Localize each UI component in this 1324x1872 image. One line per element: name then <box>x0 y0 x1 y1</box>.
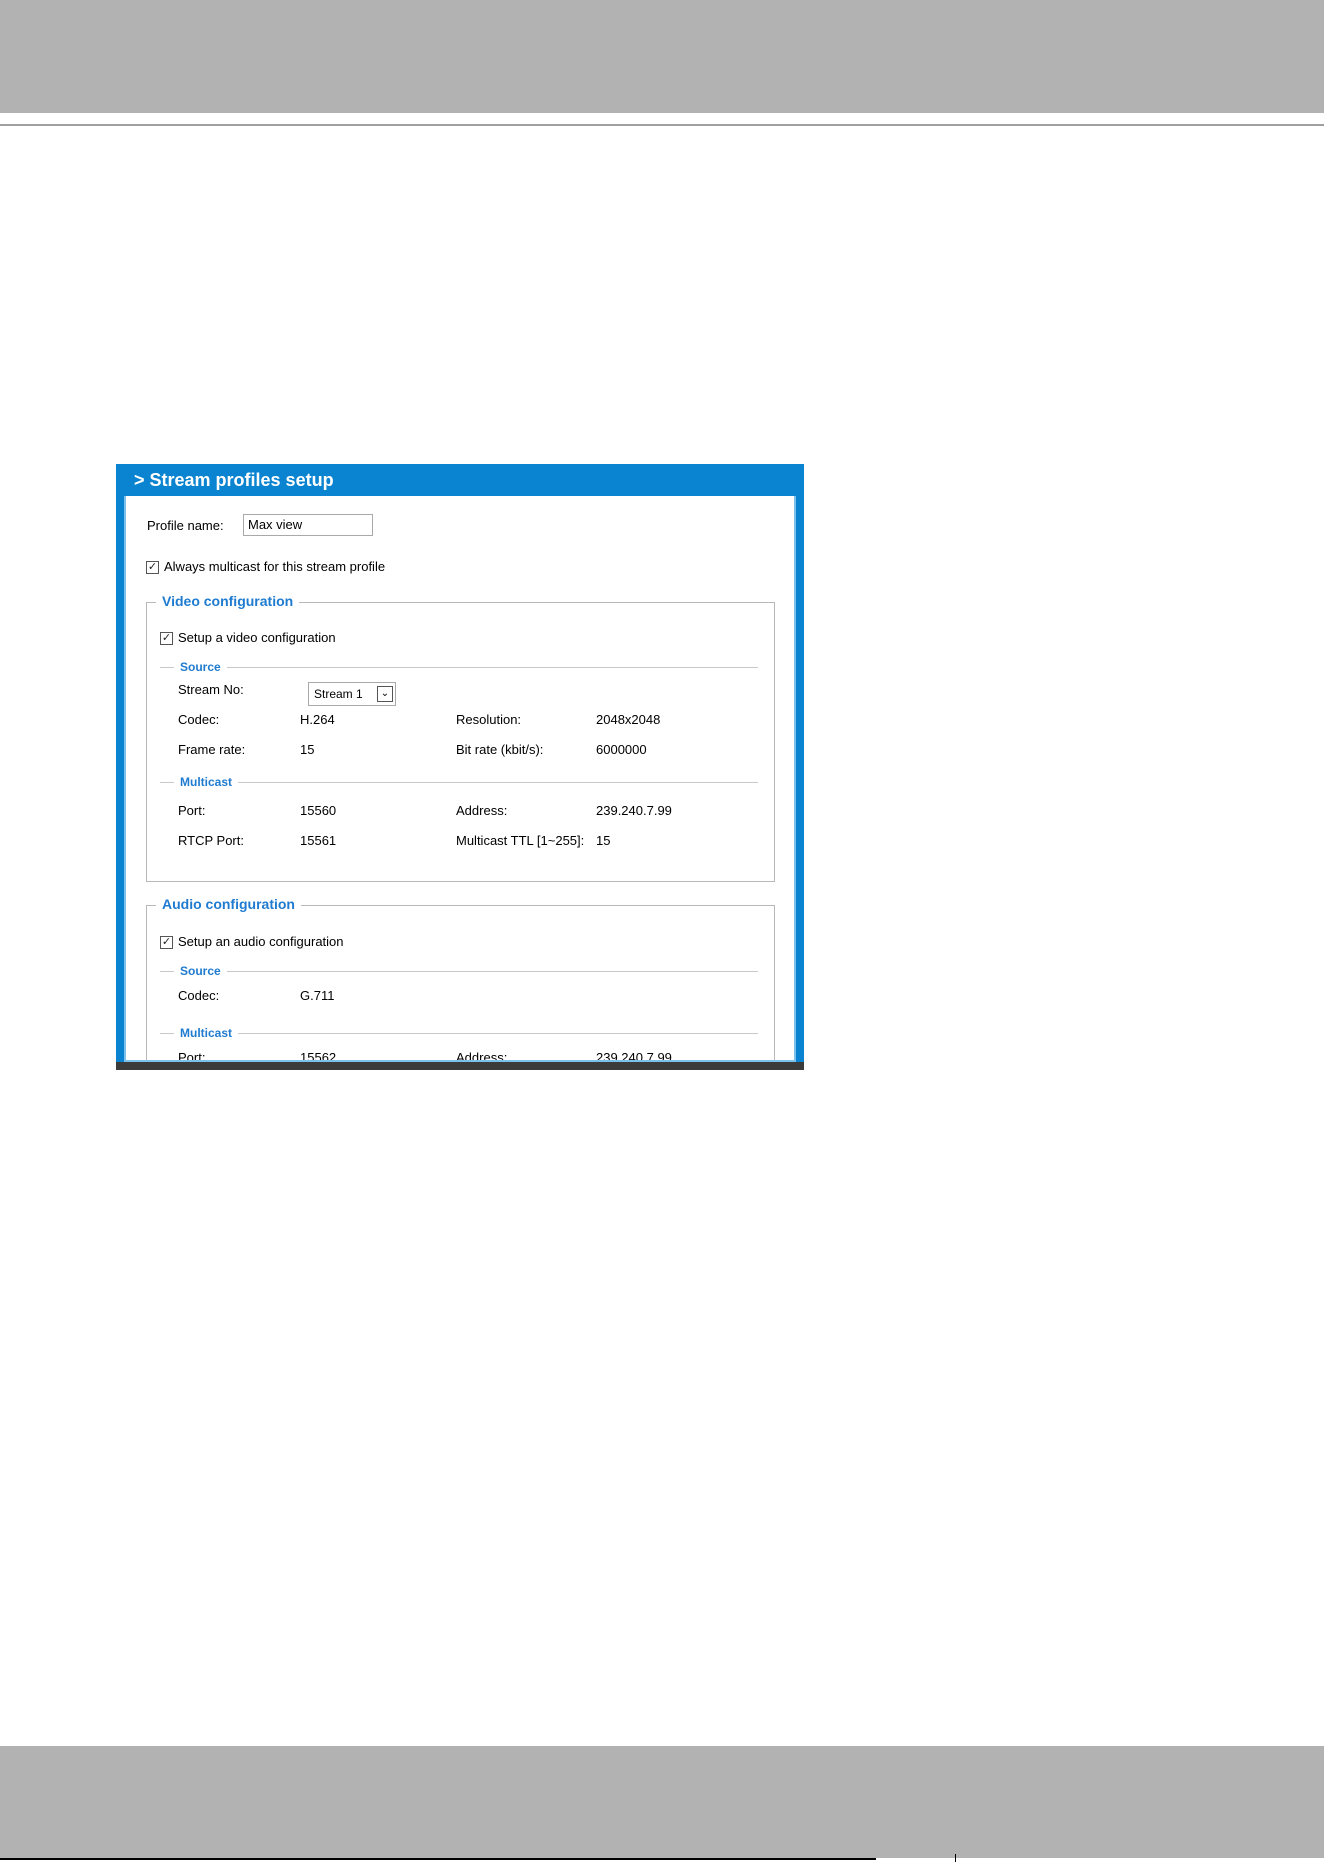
stream-no-select[interactable]: Stream 1 ⌄ <box>308 682 396 706</box>
stream-profiles-window: > Stream profiles setup Profile name: Ma… <box>116 464 804 1070</box>
resolution-label: Resolution: <box>456 712 522 727</box>
audio-codec-value: G.711 <box>300 988 335 1003</box>
audio-port-value: 15562 <box>300 1050 337 1062</box>
frame-rate-label: Frame rate: <box>178 742 246 757</box>
video-configuration-legend: Video configuration <box>156 592 300 610</box>
video-port-label: Port: <box>178 803 206 818</box>
audio-port-label: Port: <box>178 1050 206 1062</box>
video-multicast-heading: Multicast <box>174 775 239 789</box>
video-source-heading: Source <box>174 660 227 674</box>
video-codec-label: Codec: <box>178 712 220 727</box>
video-address-value: 239.240.7.99 <box>596 803 672 818</box>
profile-name-label: Profile name: <box>147 518 224 533</box>
panel-body: Profile name: Max view ✓ Always multicas… <box>124 496 796 1062</box>
stream-no-label: Stream No: <box>178 682 244 697</box>
bit-rate-label: Bit rate (kbit/s): <box>456 742 544 757</box>
video-port-value: 15560 <box>300 803 337 818</box>
frame-rate-value: 15 <box>300 742 315 757</box>
header-divider <box>0 124 1324 126</box>
rtcp-port-label: RTCP Port: <box>178 833 244 848</box>
audio-multicast-rule <box>160 1033 758 1034</box>
video-source-rule <box>160 667 758 668</box>
audio-source-heading: Source <box>174 964 227 978</box>
audio-address-label: Address: <box>456 1050 508 1062</box>
page-footer-band <box>0 1746 1324 1858</box>
rtcp-port-value: 15561 <box>300 833 337 848</box>
page-header-band <box>0 0 1324 113</box>
stream-no-value: Stream 1 <box>314 687 363 701</box>
window-bottom-edge <box>116 1062 804 1070</box>
audio-configuration-legend: Audio configuration <box>156 895 301 913</box>
video-address-label: Address: <box>456 803 508 818</box>
bit-rate-value: 6000000 <box>596 742 647 757</box>
always-multicast-label: Always multicast for this stream profile <box>164 559 386 574</box>
panel-title: > Stream profiles setup <box>134 470 334 490</box>
audio-setup-label: Setup an audio configuration <box>178 934 344 949</box>
footer-divider <box>0 1854 1324 1872</box>
video-codec-value: H.264 <box>300 712 335 727</box>
audio-setup-checkbox[interactable]: ✓ <box>160 936 173 949</box>
profile-name-input[interactable]: Max view <box>243 514 373 536</box>
always-multicast-checkbox[interactable]: ✓ <box>146 561 159 574</box>
multicast-ttl-label: Multicast TTL [1~255]: <box>456 833 585 848</box>
audio-address-value: 239.240.7.99 <box>596 1050 672 1062</box>
chevron-down-icon[interactable]: ⌄ <box>377 686 393 702</box>
audio-codec-label: Codec: <box>178 988 220 1003</box>
audio-multicast-heading: Multicast <box>174 1026 239 1040</box>
multicast-ttl-value: 15 <box>596 833 611 848</box>
video-setup-label: Setup a video configuration <box>178 630 336 645</box>
audio-source-rule <box>160 971 758 972</box>
video-setup-checkbox[interactable]: ✓ <box>160 632 173 645</box>
audio-configuration-group <box>146 905 775 1060</box>
resolution-value: 2048x2048 <box>596 712 661 727</box>
video-multicast-rule <box>160 782 758 783</box>
